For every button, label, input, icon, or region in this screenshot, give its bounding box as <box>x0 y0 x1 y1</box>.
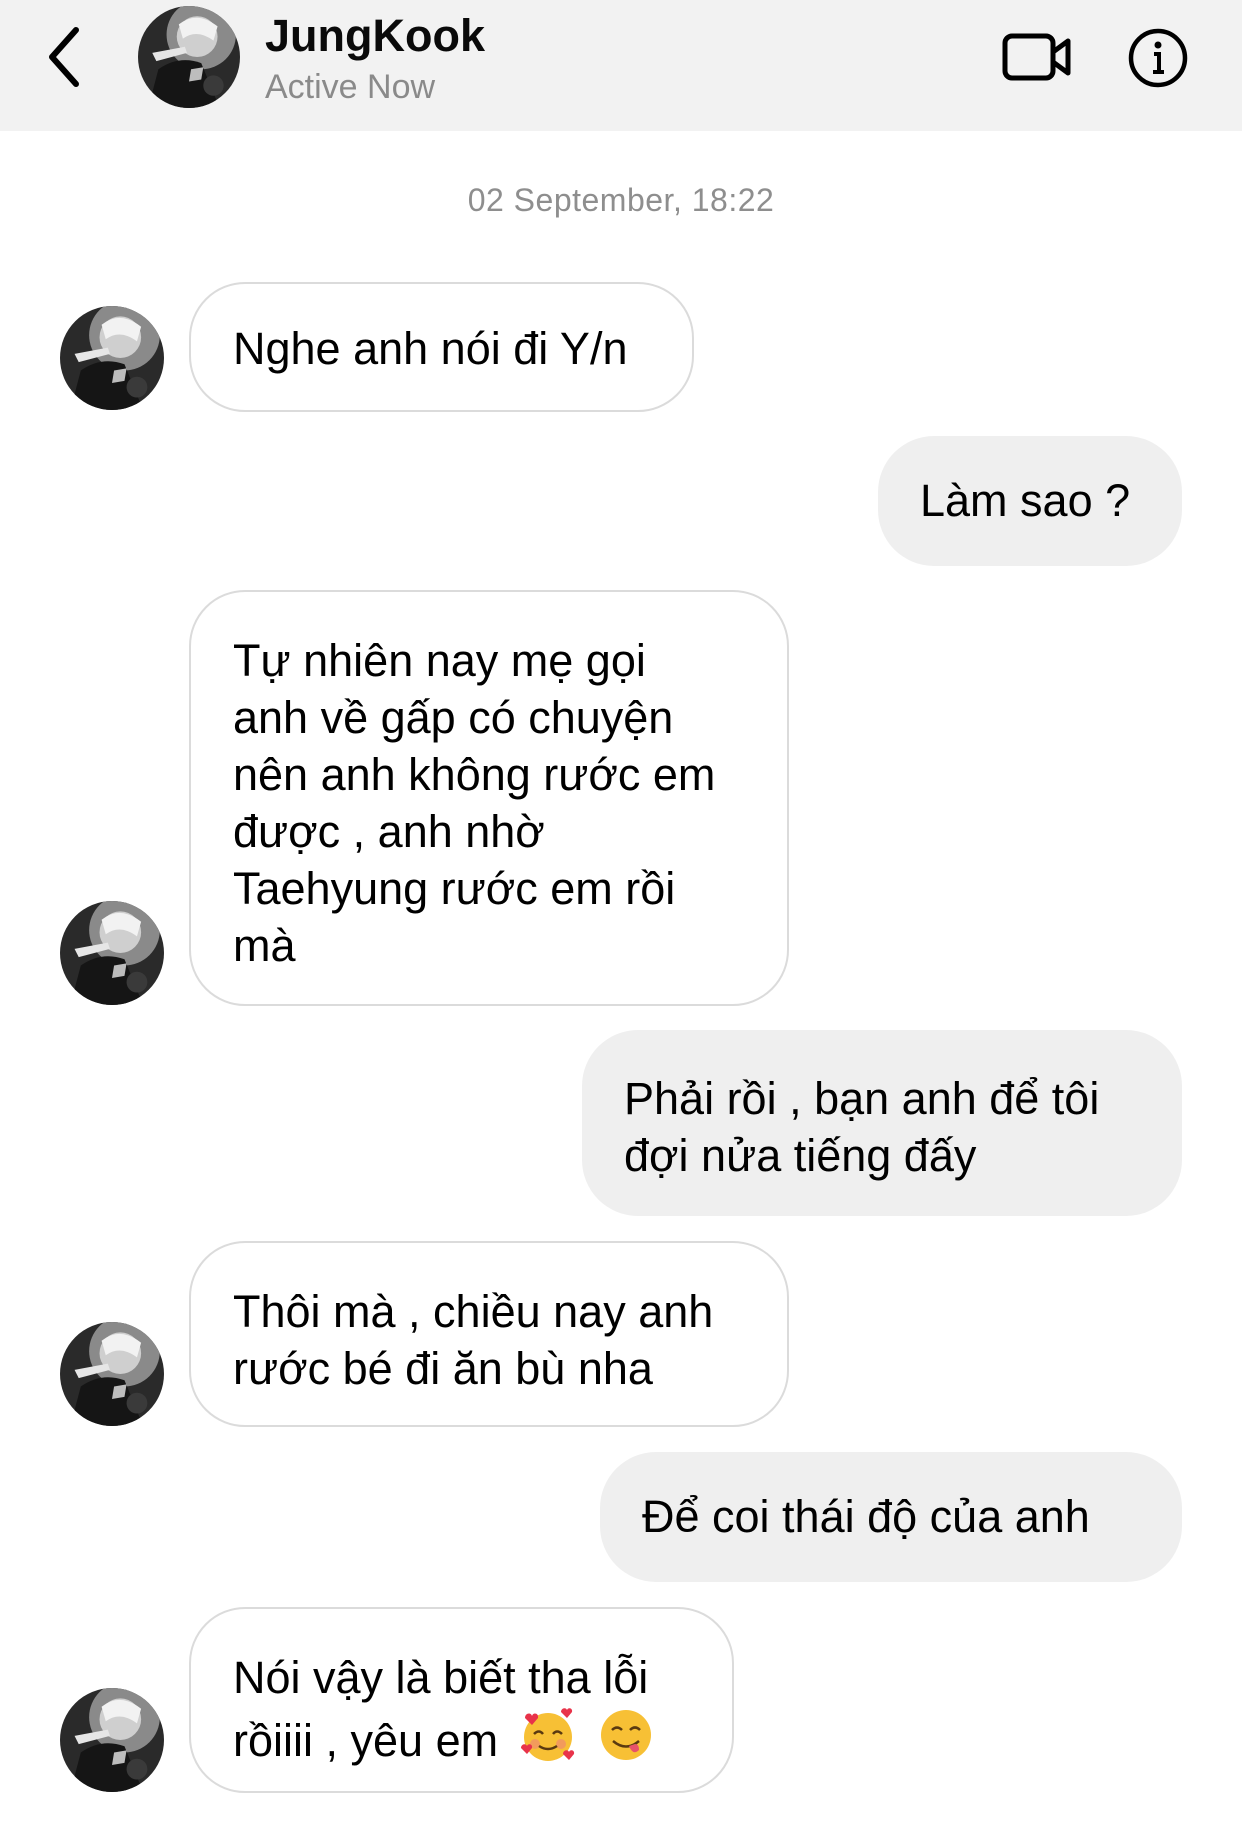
contact-name[interactable]: JungKook <box>265 10 485 62</box>
message-bubble-incoming[interactable]: Thôi mà , chiều nay anh rước bé đi ăn bù… <box>189 1241 789 1427</box>
message-text-line: Taehyung rước em rồi <box>233 863 676 914</box>
sender-avatar[interactable] <box>60 901 164 1005</box>
conversation-timestamp: 02 September, 18:22 <box>467 182 775 218</box>
message-text-line: rước bé đi ăn bù nha <box>233 1343 653 1394</box>
video-camera-icon <box>1002 33 1071 81</box>
message-bubble-incoming[interactable]: Nói vậy là biết tha lỗi rồiiii , yêu em <box>189 1607 734 1793</box>
contact-avatar[interactable] <box>138 6 240 108</box>
smiling-face-with-hearts-emoji <box>520 1708 574 1761</box>
message-text-line: Thôi mà , chiều nay anh <box>233 1286 714 1337</box>
video-call-button[interactable] <box>1000 26 1076 88</box>
info-button[interactable] <box>1126 26 1190 90</box>
back-button[interactable] <box>40 22 100 92</box>
sender-avatar[interactable] <box>60 1322 164 1426</box>
message-text-line: Nói vậy là biết tha lỗi <box>233 1652 649 1703</box>
active-status: Active Now <box>265 68 436 106</box>
message-bubble-incoming[interactable]: Tự nhiên nay mẹ gọi anh về gấp có chuyện… <box>189 590 789 1006</box>
message-text-line: đợi nửa tiếng đấy <box>624 1130 977 1181</box>
chevron-left-icon <box>49 27 79 87</box>
face-savoring-food-emoji <box>601 1710 652 1760</box>
info-icon <box>1128 28 1188 88</box>
message-bubble-incoming[interactable]: Nghe anh nói đi Y/n <box>189 282 694 412</box>
message-text-line: rồiiii , yêu em <box>233 1706 690 1769</box>
message-text-line: nên anh không rước em <box>233 749 716 800</box>
message-text: rồiiii , yêu em <box>233 1715 499 1766</box>
message-text-line: anh về gấp có chuyện <box>233 692 674 743</box>
message-text-line: Phải rồi , bạn anh để tôi <box>624 1073 1100 1124</box>
chat-header: JungKook Active Now <box>0 0 1242 131</box>
sender-avatar[interactable] <box>60 306 164 410</box>
message-text-line: mà <box>233 920 296 971</box>
message-text: Nghe anh nói đi Y/n <box>233 323 628 374</box>
message-text: Làm sao ? <box>920 475 1131 526</box>
message-bubble-outgoing[interactable]: Làm sao ? <box>878 436 1182 566</box>
message-text-line: Tự nhiên nay mẹ gọi <box>233 635 646 686</box>
message-text-line: được , anh nhờ <box>233 806 545 857</box>
message-bubble-outgoing[interactable]: Để coi thái độ của anh <box>600 1452 1182 1582</box>
sender-avatar[interactable] <box>60 1688 164 1792</box>
message-bubble-outgoing[interactable]: Phải rồi , bạn anh để tôi đợi nửa tiếng … <box>582 1030 1182 1216</box>
message-text: Để coi thái độ của anh <box>642 1491 1090 1542</box>
